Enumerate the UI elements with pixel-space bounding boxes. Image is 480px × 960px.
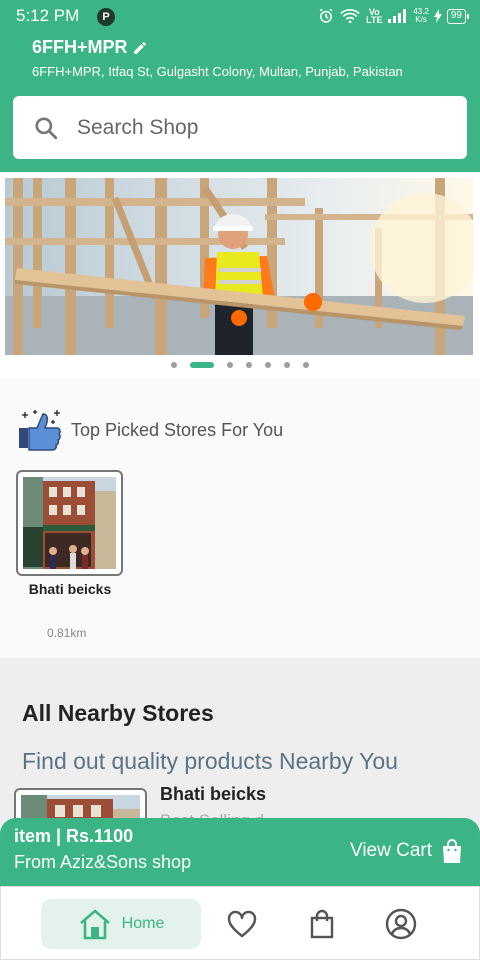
wifi-icon	[340, 9, 361, 24]
carousel-dot-active[interactable]	[190, 362, 214, 368]
carousel-dot[interactable]	[227, 362, 233, 368]
view-cart-label: View Cart	[349, 840, 432, 861]
network-type: Vo LTE	[366, 7, 383, 25]
edit-pencil-icon[interactable]	[132, 40, 148, 56]
location-title: 6FFH+MPR	[32, 37, 128, 57]
header: 5:12 PM P Vo LTE 43.2 K/s 99 6FFH+MPR 6F…	[0, 0, 480, 172]
construction-worker-illustration	[5, 178, 473, 355]
view-cart-button[interactable]: View Cart	[350, 838, 464, 864]
search-icon	[35, 116, 58, 139]
nav-profile-tab[interactable]	[384, 907, 418, 941]
charging-icon	[433, 9, 442, 23]
nav-favorites-tab[interactable]	[225, 907, 259, 941]
location-address: 6FFH+MPR, Itfaq St, Gulgasht Colony, Mul…	[32, 64, 403, 79]
cart-item-summary: item | Rs.1100	[14, 826, 134, 846]
network-speed-unit: K/s	[415, 15, 427, 24]
battery-icon: 99	[446, 8, 470, 24]
store-photo	[23, 477, 116, 569]
top-picked-title: Top Picked Stores For You	[71, 419, 284, 440]
bottom-navigation: Home	[0, 886, 480, 960]
search-bar[interactable]	[13, 96, 467, 159]
nav-home-label: Home	[121, 915, 165, 932]
home-icon	[79, 909, 110, 940]
status-icons: Vo LTE 43.2 K/s 99	[317, 6, 470, 26]
carousel-dot[interactable]	[171, 362, 177, 368]
nearby-title: All Nearby Stores	[22, 700, 214, 726]
top-picked-header: Top Picked Stores For You	[17, 408, 283, 452]
banner-carousel[interactable]	[0, 172, 480, 378]
nearby-store-name[interactable]: Bhati beicks	[160, 784, 266, 805]
cart-shop-name: From Aziz&Sons shop	[14, 852, 192, 872]
carousel-dots	[0, 362, 480, 368]
carousel-dot[interactable]	[265, 362, 271, 368]
search-input[interactable]	[77, 115, 437, 140]
top-picked-section: Top Picked Stores For You Bhati beicks 0…	[0, 378, 480, 658]
shopping-bag-outline-icon	[310, 909, 334, 939]
status-bar: 5:12 PM P Vo LTE 43.2 K/s 99	[0, 0, 480, 32]
signal-icon	[388, 9, 407, 23]
banner-image[interactable]	[5, 178, 473, 355]
profile-icon	[385, 908, 417, 940]
app-notification-icon: P	[97, 8, 115, 26]
store-card[interactable]	[16, 470, 123, 576]
nearby-subtitle: Find out quality products Nearby You	[22, 748, 398, 774]
network-speed: 43.2 K/s	[413, 8, 429, 24]
status-time: 5:12 PM	[16, 6, 80, 25]
heart-icon	[227, 910, 257, 938]
cart-bar[interactable]: item | Rs.1100 From Aziz&Sons shop View …	[0, 818, 480, 886]
nav-cart-tab[interactable]	[305, 907, 339, 941]
shopping-bag-icon	[443, 839, 461, 863]
carousel-dot[interactable]	[303, 362, 309, 368]
carousel-dot[interactable]	[284, 362, 290, 368]
location-title-row[interactable]: 6FFH+MPR	[32, 37, 148, 58]
store-name[interactable]: Bhati beicks	[0, 581, 140, 597]
alarm-icon	[319, 8, 333, 23]
nav-home-tab[interactable]: Home	[41, 899, 201, 949]
thumbs-up-icon	[19, 410, 61, 451]
store-distance: 0.81km	[47, 626, 87, 640]
carousel-dot[interactable]	[246, 362, 252, 368]
